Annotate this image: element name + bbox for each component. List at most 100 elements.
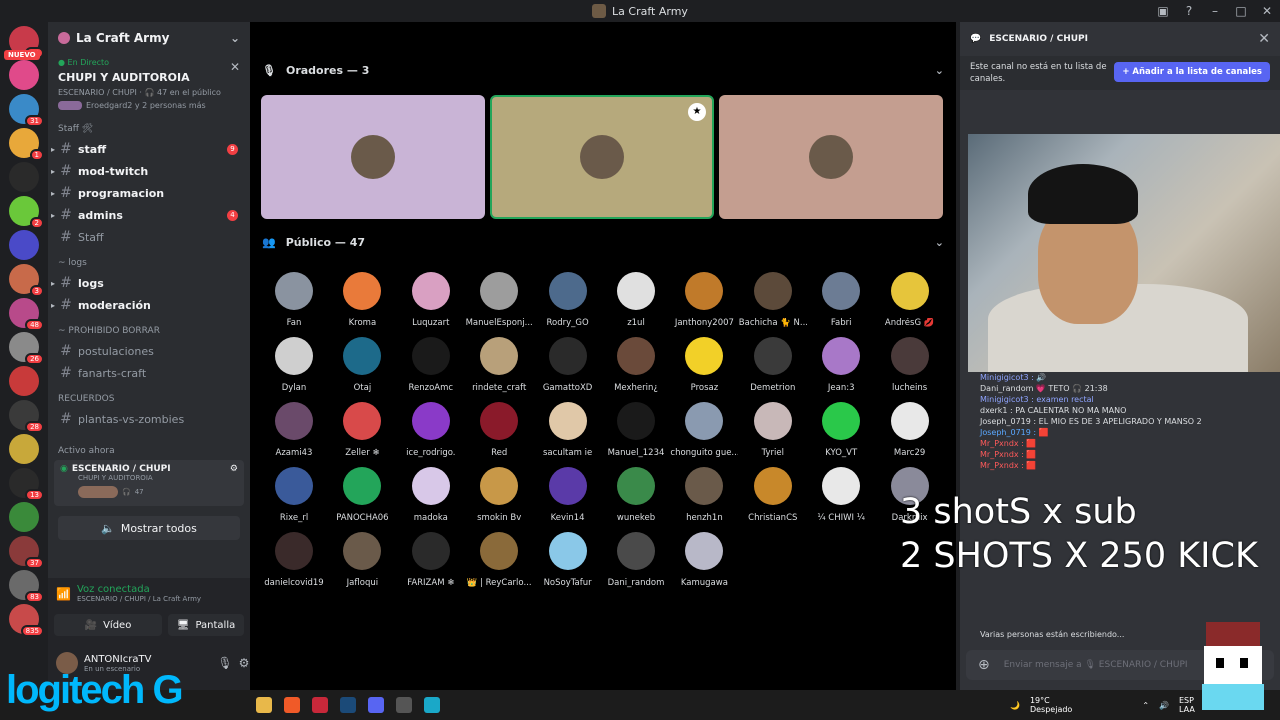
channel-fanarts-craft[interactable]: # fanarts-craft <box>48 362 250 384</box>
audience-member[interactable]: ice_rodrigo. <box>397 402 465 458</box>
active-now-card[interactable]: ◉ ESCENARIO / CHUPI ⚙ CHUPI Y AUDITOROIA 🎧… <box>54 460 244 506</box>
audience-member[interactable]: smokin Bv <box>465 467 533 523</box>
audience-member[interactable]: RenzoAmc <box>397 337 465 393</box>
audience-member[interactable]: Fan <box>260 272 328 328</box>
audience-member[interactable]: Azami43 <box>260 402 328 458</box>
server-icon[interactable]: 13 <box>9 468 44 501</box>
audience-member[interactable]: Kamugawa <box>670 532 738 588</box>
server-icon[interactable]: 48 <box>9 298 44 331</box>
category-header[interactable]: Staff 🛠 <box>48 120 250 138</box>
channel-mod-twitch[interactable]: ▸ # mod-twitch <box>48 160 250 182</box>
server-icon[interactable]: 1 <box>9 128 44 161</box>
audience-member[interactable]: ¼ CHIWI ¼ <box>807 467 875 523</box>
channel-plantas-vs-zombies[interactable]: # plantas-vs-zombies <box>48 408 250 430</box>
speaker-tile[interactable] <box>261 95 485 219</box>
close-icon[interactable]: ✕ <box>230 60 240 74</box>
volume-icon[interactable]: 🔊 <box>1159 701 1169 710</box>
app-icon[interactable] <box>312 697 328 713</box>
speakers-header[interactable]: 🎙 Oradores — 3 ⌄ <box>262 64 944 77</box>
speaker-tile[interactable] <box>719 95 943 219</box>
add-icon[interactable]: ⊕ <box>978 657 990 673</box>
server-icon[interactable]: 28 <box>9 400 44 433</box>
server-icon[interactable]: 83 <box>9 570 44 603</box>
channel-admins[interactable]: ▸ # admins 4 <box>48 204 250 226</box>
audience-member[interactable]: Jafloqui <box>328 532 396 588</box>
chevron-down-icon[interactable]: ⌄ <box>935 64 944 77</box>
show-all-button[interactable]: 🔈 Mostrar todos <box>58 516 240 540</box>
audience-member[interactable]: danielcovid19 <box>260 532 328 588</box>
brave-app-icon[interactable] <box>284 697 300 713</box>
server-icon[interactable] <box>9 502 39 532</box>
server-icon[interactable]: 835 <box>9 604 44 637</box>
category-header[interactable]: ~ PROHIBIDO BORRAR <box>48 322 250 340</box>
channel-Staff[interactable]: # Staff <box>48 226 250 248</box>
channel-staff[interactable]: ▸ # staff 9 <box>48 138 250 160</box>
stage-actions-icon[interactable]: ⚙ <box>230 464 238 474</box>
audience-member[interactable]: KYO_VT <box>807 402 875 458</box>
audience-member[interactable]: Jean:3 <box>807 337 875 393</box>
maximize-button[interactable]: □ <box>1228 4 1254 18</box>
audience-member[interactable]: Dylan <box>260 337 328 393</box>
server-icon[interactable]: 3 <box>9 264 44 297</box>
audience-member[interactable]: FARIZAM ❄ <box>397 532 465 588</box>
audience-member[interactable]: wunekeb <box>602 467 670 523</box>
audience-member[interactable]: z1ul <box>602 272 670 328</box>
audience-member[interactable]: Demetrion <box>739 337 807 393</box>
close-button[interactable]: ✕ <box>1254 4 1280 18</box>
audience-member[interactable]: henzh1n <box>670 467 738 523</box>
audience-member[interactable]: AndrésG 💋 <box>876 272 944 328</box>
audience-member[interactable]: Kevin14 <box>534 467 602 523</box>
chevron-up-icon[interactable]: ⌃ <box>1142 701 1149 710</box>
live-stage-card[interactable]: ● En Directo CHUPI Y AUDITOROIA ESCENARI… <box>48 54 250 112</box>
audience-member[interactable]: Manuel_1234 <box>602 402 670 458</box>
audience-member[interactable]: Otaj <box>328 337 396 393</box>
audience-member[interactable]: madoka <box>397 467 465 523</box>
channel-moderación[interactable]: ▸ # moderación <box>48 294 250 316</box>
app-icon[interactable] <box>396 697 412 713</box>
server-icon[interactable] <box>9 366 39 396</box>
audience-member[interactable]: Fabri <box>807 272 875 328</box>
category-header[interactable]: ~ logs <box>48 254 250 272</box>
audience-member[interactable]: Kroma <box>328 272 396 328</box>
audience-member[interactable]: ChristianCS <box>739 467 807 523</box>
channel-postulaciones[interactable]: # postulaciones <box>48 340 250 362</box>
discord-app-icon[interactable] <box>368 697 384 713</box>
server-icon[interactable] <box>9 60 39 90</box>
steam-app-icon[interactable] <box>340 697 356 713</box>
channel-logs[interactable]: ▸ # logs <box>48 272 250 294</box>
server-icon[interactable]: 2 <box>9 196 44 229</box>
audience-member[interactable]: 👑 | ReyCarlo... <box>465 532 533 588</box>
audience-member[interactable]: NoSoyTafur <box>534 532 602 588</box>
audience-member[interactable]: PANOCHA06 <box>328 467 396 523</box>
video-button[interactable]: 🎥 Vídeo <box>54 614 162 636</box>
audience-member[interactable]: Rodry_GO <box>534 272 602 328</box>
audience-member[interactable]: GamattoXD <box>534 337 602 393</box>
server-header[interactable]: La Craft Army ⌄ <box>48 22 250 54</box>
audience-member[interactable]: lucheins <box>876 337 944 393</box>
audience-member[interactable]: sacultam ie <box>534 402 602 458</box>
speaker-tile[interactable]: ★ <box>490 95 714 219</box>
screen-share-button[interactable]: 🖥 Pantalla <box>168 614 244 636</box>
help-icon[interactable]: ? <box>1176 4 1202 18</box>
audience-member[interactable]: Tyriel <box>739 402 807 458</box>
audience-member[interactable]: chonguito gue... <box>670 402 738 458</box>
close-icon[interactable]: ✕ <box>1258 31 1270 47</box>
channel-programacion[interactable]: ▸ # programacion <box>48 182 250 204</box>
chevron-down-icon[interactable]: ⌄ <box>935 236 944 249</box>
files-app-icon[interactable] <box>256 697 272 713</box>
settings-icon[interactable]: ⚙ <box>239 656 250 670</box>
audience-member[interactable]: Red <box>465 402 533 458</box>
server-icon[interactable] <box>9 162 39 192</box>
audience-header[interactable]: 👥 Público — 47 ⌄ <box>262 236 944 249</box>
server-icon[interactable] <box>9 230 39 260</box>
minimize-button[interactable]: – <box>1202 4 1228 18</box>
audience-member[interactable]: Bachicha 🐈 N... <box>739 272 807 328</box>
audience-member[interactable]: Mexherin¿ <box>602 337 670 393</box>
mic-icon[interactable]: 🎙 <box>217 656 232 670</box>
logitech-app-icon[interactable] <box>424 697 440 713</box>
audience-member[interactable]: Rixe_rl <box>260 467 328 523</box>
audience-member[interactable]: Prosaz <box>670 337 738 393</box>
server-icon[interactable]: 37 <box>9 536 44 569</box>
server-icon[interactable] <box>9 434 39 464</box>
inbox-icon[interactable]: ▣ <box>1150 4 1176 18</box>
